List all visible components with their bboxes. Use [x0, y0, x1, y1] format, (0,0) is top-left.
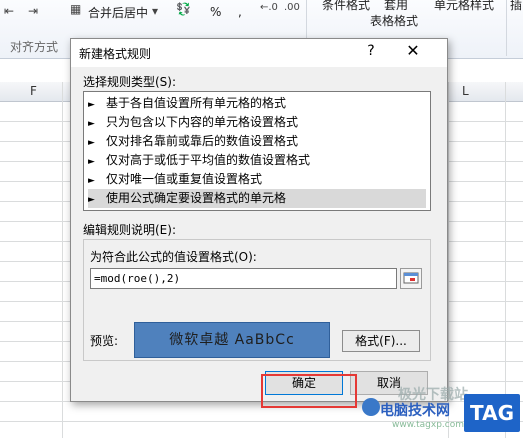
format-preview: 微软卓越 AaBbCc [134, 322, 330, 358]
indent-increase-icon[interactable]: ⇥ [28, 4, 38, 18]
formula-label: 为符合此公式的值设置格式(O): [90, 250, 257, 264]
range-select-button[interactable] [400, 268, 422, 289]
rule-type-item[interactable]: ► 仅对排名靠前或靠后的数值设置格式 [88, 132, 426, 151]
rule-type-item[interactable]: ► 只为包含以下内容的单元格设置格式 [88, 113, 426, 132]
highlight-box [261, 374, 357, 408]
currency-icon[interactable]: 💱 [176, 2, 191, 16]
watermark-line2: 电脑技术网 [380, 403, 450, 419]
rule-type-item[interactable]: ► 仅对唯一值或重复值设置格式 [88, 170, 426, 189]
select-rule-type-label: 选择规则类型(S): [83, 75, 177, 89]
decrease-decimal-icon[interactable]: .00 [284, 2, 300, 13]
rule-type-item[interactable]: ► 基于各自值设置所有单元格的格式 [88, 94, 426, 113]
tag-logo: TAG [464, 394, 520, 432]
triangle-right-icon: ► [88, 195, 95, 205]
column-f-header[interactable]: F [30, 84, 37, 98]
formula-input[interactable]: =mod(roe(),2) [90, 268, 397, 289]
conditional-format-button[interactable]: 条件格式 [322, 0, 370, 13]
watermark-logo-icon [362, 398, 380, 416]
table-format-button[interactable]: 表格格式 [370, 12, 418, 29]
rule-type-item-selected[interactable]: ► 使用公式确定要设置格式的单元格 [88, 189, 426, 208]
merge-icon: ▦ [70, 2, 82, 16]
alignment-group-label: 对齐方式 [10, 40, 59, 54]
preview-label: 预览: [90, 334, 119, 348]
rule-type-item[interactable]: ► 仅对高于或低于平均值的数值设置格式 [88, 151, 426, 170]
column-l-header[interactable]: L [462, 84, 469, 98]
watermark-url: www.tagxp.com [392, 420, 464, 430]
increase-decimal-icon[interactable]: ←.0 [260, 2, 278, 13]
close-icon[interactable]: ✕ [404, 41, 422, 60]
rule-description-panel: 为符合此公式的值设置格式(O): =mod(roe(),2) 预览: 微软卓越 … [83, 239, 431, 361]
rule-type-list[interactable]: ► 基于各自值设置所有单元格的格式 ► 只为包含以下内容的单元格设置格式 ► 仅对排名… [83, 91, 431, 211]
collapse-dialog-icon [403, 272, 419, 284]
percent-button[interactable]: % [210, 5, 221, 19]
dialog-title: 新建格式规则 [79, 47, 152, 61]
indent-decrease-icon[interactable]: ⇤ [4, 4, 14, 18]
comma-button[interactable]: , [238, 5, 242, 19]
dialog-titlebar[interactable]: 新建格式规则 ? ✕ [71, 39, 447, 67]
edit-rule-description-label: 编辑规则说明(E): [83, 223, 176, 237]
new-format-rule-dialog: 新建格式规则 ? ✕ 选择规则类型(S): ► 基于各自值设置所有单元格的格式 ►… [70, 38, 448, 402]
help-icon[interactable]: ? [363, 43, 379, 59]
cell-styles-button[interactable]: 单元格样式 [434, 0, 494, 13]
format-button[interactable]: 格式(F)... [342, 330, 420, 352]
insert-button[interactable]: 插 [510, 0, 522, 13]
merge-center-button[interactable]: 合并后居中 [88, 4, 148, 21]
chevron-down-icon[interactable]: ▾ [152, 4, 158, 18]
